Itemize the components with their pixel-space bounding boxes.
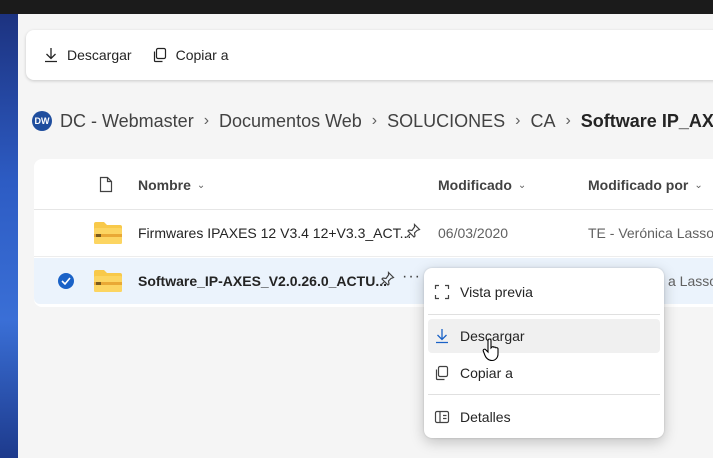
menu-divider bbox=[428, 394, 660, 395]
menu-item-details[interactable]: Detalles bbox=[428, 400, 660, 434]
menu-item-download[interactable]: Descargar bbox=[428, 319, 660, 353]
download-label: Descargar bbox=[67, 47, 132, 63]
chevron-down-icon: ⌄ bbox=[196, 179, 206, 191]
folder-zip-icon bbox=[94, 222, 122, 244]
copy-to-button[interactable]: Copiar a bbox=[144, 39, 237, 71]
download-button[interactable]: Descargar bbox=[35, 39, 140, 71]
column-header-name[interactable]: Nombre ⌄ bbox=[138, 177, 205, 193]
modified-by: TE - Verónica Lasso bbox=[588, 225, 713, 241]
chevron-right-icon: › bbox=[515, 112, 521, 129]
download-icon bbox=[436, 329, 448, 344]
command-bar: Descargar Copiar a bbox=[26, 30, 713, 80]
desktop-background bbox=[0, 0, 18, 458]
file-type-icon bbox=[99, 176, 113, 193]
modified-date: 06/03/2020 bbox=[438, 225, 509, 241]
chevron-down-icon: ⌄ bbox=[517, 179, 527, 191]
breadcrumb-item-soluciones[interactable]: SOLUCIONES bbox=[387, 111, 505, 132]
menu-item-label: Copiar a bbox=[460, 365, 513, 381]
chevron-right-icon: › bbox=[371, 112, 378, 129]
copy-icon bbox=[435, 365, 449, 381]
table-row[interactable]: Firmwares IPAXES 12 V3.4 12+V3.3_ACT... … bbox=[34, 210, 713, 257]
breadcrumb-item-ca[interactable]: CA bbox=[530, 111, 555, 132]
menu-divider bbox=[428, 314, 660, 315]
modified-by: a Lasso bbox=[668, 273, 713, 289]
breadcrumb-item-site[interactable]: DC - Webmaster bbox=[60, 111, 194, 132]
hand-cursor-icon bbox=[482, 338, 499, 362]
pin-icon bbox=[406, 223, 421, 238]
column-header-modified[interactable]: Modificado ⌄ bbox=[438, 177, 526, 193]
chevron-right-icon: › bbox=[565, 112, 571, 129]
more-icon[interactable]: ··· bbox=[402, 268, 421, 286]
breadcrumb: DW DC - Webmaster › Documentos Web › SOL… bbox=[32, 108, 713, 134]
breadcrumb-current: Software IP_AXES bbox=[580, 110, 713, 131]
download-icon bbox=[45, 48, 57, 63]
chevron-down-icon: ⌄ bbox=[694, 179, 703, 191]
details-icon bbox=[434, 410, 450, 424]
folder-zip-icon bbox=[94, 270, 122, 292]
preview-icon bbox=[434, 284, 450, 300]
context-menu: Vista previa Descargar Copiar a Detalles bbox=[424, 268, 664, 438]
menu-item-preview[interactable]: Vista previa bbox=[428, 275, 660, 309]
list-header: Nombre ⌄ Modificado ⌄ Modificado por ⌄ bbox=[34, 159, 713, 210]
site-avatar: DW bbox=[32, 111, 52, 131]
file-name[interactable]: Firmwares IPAXES 12 V3.4 12+V3.3_ACT... bbox=[138, 225, 411, 241]
menu-item-label: Detalles bbox=[460, 409, 511, 425]
menu-item-copy-to[interactable]: Copiar a bbox=[428, 356, 660, 390]
copy-to-label: Copiar a bbox=[175, 47, 229, 63]
chevron-right-icon: › bbox=[203, 112, 210, 129]
file-name[interactable]: Software_IP-AXES_V2.0.26.0_ACTU... bbox=[138, 273, 387, 289]
column-header-modified-by[interactable]: Modificado por ⌄ bbox=[588, 177, 703, 193]
copy-icon bbox=[153, 47, 166, 63]
checkmark-icon[interactable] bbox=[58, 273, 74, 289]
window-titlebar bbox=[0, 0, 713, 14]
menu-item-label: Vista previa bbox=[460, 284, 533, 300]
pin-icon bbox=[380, 271, 395, 286]
breadcrumb-item-library[interactable]: Documentos Web bbox=[219, 111, 362, 132]
